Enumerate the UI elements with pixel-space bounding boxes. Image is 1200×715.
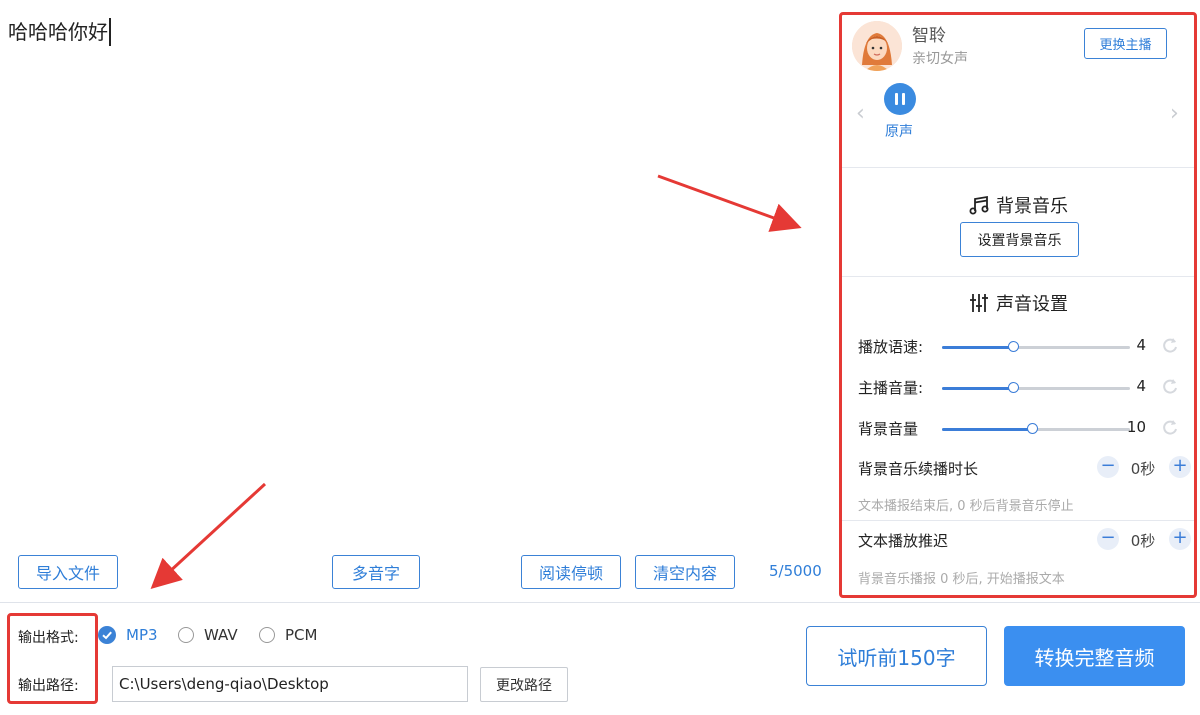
anchor-volume-slider[interactable]	[942, 382, 1130, 393]
text-editor-content[interactable]: 哈哈哈你好	[8, 18, 111, 46]
bg-duration-row: 背景音乐续播时长 − 0秒 +	[842, 455, 1194, 481]
arrow-to-panel	[657, 174, 802, 232]
prev-voice-arrow-icon[interactable]: ‹	[856, 101, 865, 126]
convert-button[interactable]: 转换完整音频	[1004, 626, 1185, 686]
minus-icon[interactable]: −	[1097, 528, 1119, 550]
next-voice-arrow-icon[interactable]: ›	[1170, 101, 1179, 126]
speed-slider[interactable]	[942, 341, 1130, 352]
bg-duration-value: 0秒	[1130, 460, 1156, 478]
set-bg-music-button[interactable]: 设置背景音乐	[960, 222, 1079, 257]
pause-icon[interactable]	[884, 83, 916, 115]
format-label-pcm: PCM	[285, 626, 318, 644]
bg-duration-hint: 文本播报结束后, 0 秒后背景音乐停止	[858, 499, 1074, 514]
equalizer-icon	[970, 294, 988, 312]
slider-knob[interactable]	[1008, 382, 1020, 393]
output-format-label: 输出格式:	[18, 630, 79, 646]
bg-duration-label: 背景音乐续播时长	[858, 460, 979, 478]
bg-music-section-title: 背景音乐	[842, 192, 1194, 218]
anchor-description: 亲切女声	[912, 51, 968, 67]
bg-music-title: 背景音乐	[996, 196, 1068, 217]
anchor-volume-slider-row: 主播音量: 4	[842, 376, 1194, 400]
speed-value: 4	[1136, 336, 1146, 354]
divider	[842, 167, 1194, 168]
text-delay-label: 文本播放推迟	[858, 532, 949, 550]
arrow-to-output	[150, 482, 267, 590]
clear-content-button[interactable]: 清空内容	[635, 555, 735, 589]
plus-icon[interactable]: +	[1169, 528, 1191, 550]
change-path-button[interactable]: 更改路径	[480, 667, 568, 702]
bg-volume-value: 10	[1126, 418, 1146, 436]
bg-volume-label: 背景音量	[858, 420, 919, 438]
anchor-volume-label: 主播音量:	[858, 379, 924, 397]
polyphone-button[interactable]: 多音字	[332, 555, 420, 589]
format-radio-wav[interactable]: WAV	[178, 626, 238, 644]
char-counter: 5/5000	[769, 562, 822, 580]
change-anchor-button[interactable]: 更换主播	[1084, 28, 1167, 59]
speed-label: 播放语速:	[858, 338, 924, 356]
preview-button[interactable]: 试听前150字	[806, 626, 987, 686]
speed-slider-row: 播放语速: 4	[842, 335, 1194, 359]
text-delay-row: 文本播放推迟 − 0秒 +	[842, 527, 1194, 553]
slider-knob[interactable]	[1008, 341, 1020, 352]
reset-icon[interactable]	[1160, 417, 1180, 441]
voice-settings-title: 声音设置	[996, 294, 1068, 315]
reading-pause-button[interactable]: 阅读停顿	[521, 555, 621, 589]
anchor-volume-value: 4	[1136, 377, 1146, 395]
anchor-avatar	[852, 21, 902, 71]
output-path-input[interactable]	[112, 666, 468, 702]
music-note-icon	[969, 195, 989, 215]
reset-icon[interactable]	[1160, 376, 1180, 400]
bg-volume-slider[interactable]	[942, 423, 1130, 434]
divider	[842, 520, 1194, 521]
format-radio-pcm[interactable]: PCM	[259, 626, 317, 644]
settings-panel: 智聆 亲切女声 更换主播 ‹ › 原声 背景音乐 设置背景音乐 声音设置 播放语…	[839, 12, 1197, 598]
import-file-button[interactable]: 导入文件	[18, 555, 118, 589]
radio-icon	[259, 627, 275, 643]
format-radio-mp3[interactable]: MP3	[98, 626, 158, 644]
format-label-wav: WAV	[204, 626, 238, 644]
bg-volume-slider-row: 背景音量 10	[842, 417, 1194, 441]
checked-icon	[98, 626, 116, 644]
voice-settings-section-title: 声音设置	[842, 290, 1194, 316]
text-delay-hint: 背景音乐播报 0 秒后, 开始播报文本	[858, 572, 1065, 587]
divider	[842, 276, 1194, 277]
reset-icon[interactable]	[1160, 335, 1180, 359]
format-label-mp3: MP3	[126, 626, 158, 644]
minus-icon[interactable]: −	[1097, 456, 1119, 478]
anchor-name: 智聆	[912, 26, 946, 46]
radio-icon	[178, 627, 194, 643]
slider-knob[interactable]	[1027, 423, 1039, 434]
output-path-label: 输出路径:	[18, 678, 79, 694]
plus-icon[interactable]: +	[1169, 456, 1191, 478]
voice-original-label[interactable]: 原声	[885, 121, 913, 141]
text-delay-value: 0秒	[1130, 532, 1156, 550]
